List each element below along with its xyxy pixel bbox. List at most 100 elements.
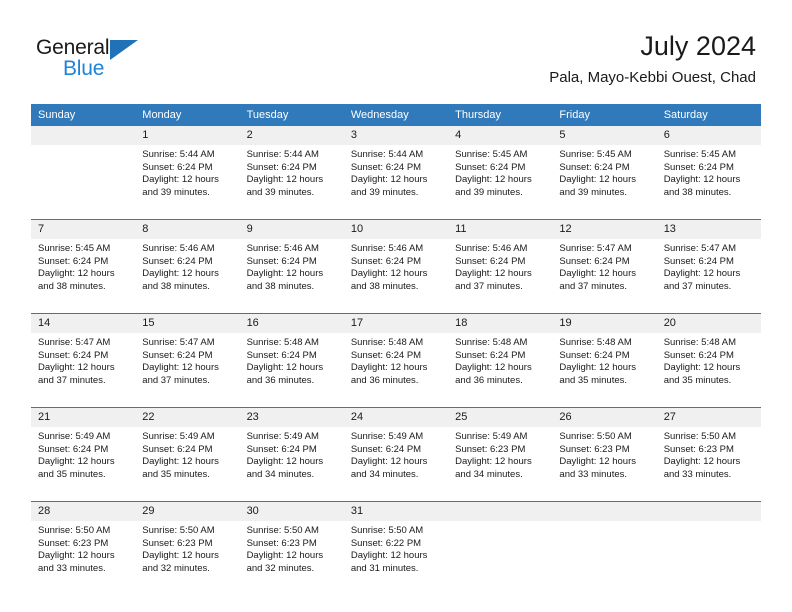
sunset-text: Sunset: 6:24 PM bbox=[559, 255, 630, 267]
day-details: Sunrise: 5:46 AM Sunset: 6:24 PM Daylight:… bbox=[240, 239, 344, 293]
calendar-day-cell[interactable]: 3 Sunrise: 5:44 AM Sunset: 6:24 PM Daylight… bbox=[343, 126, 449, 210]
day-cell-inner bbox=[656, 502, 761, 586]
sunrise-text: Sunrise: 5:48 AM bbox=[246, 337, 319, 348]
sunset-text: Sunset: 6:24 PM bbox=[559, 161, 630, 173]
day-cell-inner: 13 Sunrise: 5:47 AM Sunset: 6:24 PM Dayligh… bbox=[656, 220, 761, 304]
sunrise-text: Sunrise: 5:44 AM bbox=[350, 149, 424, 160]
calendar-day-cell[interactable]: 28 Sunrise: 5:50 AM Sunset: 6:23 PM Dayligh… bbox=[31, 502, 136, 586]
calendar-day-cell[interactable]: 2 Sunrise: 5:44 AM Sunset: 6:24 PM Daylight… bbox=[239, 126, 344, 210]
day-cell-inner: 25 Sunrise: 5:49 AM Sunset: 6:23 PM Dayligh… bbox=[448, 408, 553, 492]
day-details: Sunrise: 5:48 AM Sunset: 6:24 PM Daylight:… bbox=[240, 333, 344, 387]
day-details: Sunrise: 5:44 AM Sunset: 6:24 PM Daylight:… bbox=[240, 145, 344, 199]
sunset-text: Sunset: 6:23 PM bbox=[142, 537, 213, 549]
sunset-text: Sunset: 6:23 PM bbox=[38, 537, 109, 549]
day-details: Sunrise: 5:48 AM Sunset: 6:24 PM Daylight:… bbox=[344, 333, 448, 387]
day-number: 26 bbox=[552, 408, 657, 427]
sunrise-text: Sunrise: 5:45 AM bbox=[38, 243, 111, 254]
calendar-day-cell[interactable]: 24 Sunrise: 5:49 AM Sunset: 6:24 PM Dayligh… bbox=[343, 408, 449, 492]
sunrise-text: Sunrise: 5:50 AM bbox=[350, 525, 424, 536]
calendar-day-cell[interactable]: 6 Sunrise: 5:45 AM Sunset: 6:24 PM Daylight… bbox=[656, 126, 761, 210]
day-cell-inner: 23 Sunrise: 5:49 AM Sunset: 6:24 PM Dayligh… bbox=[239, 408, 344, 492]
calendar-day-cell[interactable]: 12 Sunrise: 5:47 AM Sunset: 6:24 PM Dayligh… bbox=[552, 220, 657, 304]
day-cell-inner: 10 Sunrise: 5:46 AM Sunset: 6:24 PM Dayligh… bbox=[343, 220, 449, 304]
calendar-week-row: 1 Sunrise: 5:44 AM Sunset: 6:24 PM Daylight… bbox=[31, 126, 761, 210]
calendar-day-cell[interactable]: 20 Sunrise: 5:48 AM Sunset: 6:24 PM Dayligh… bbox=[656, 314, 761, 398]
day-details: Sunrise: 5:50 AM Sunset: 6:22 PM Daylight:… bbox=[344, 521, 448, 575]
calendar-week-row: 7 Sunrise: 5:45 AM Sunset: 6:24 PM Daylight… bbox=[31, 220, 761, 304]
day-cell-inner: 30 Sunrise: 5:50 AM Sunset: 6:23 PM Dayligh… bbox=[239, 502, 344, 586]
day-cell-inner: 18 Sunrise: 5:48 AM Sunset: 6:24 PM Dayligh… bbox=[448, 314, 553, 398]
sunset-text: Sunset: 6:24 PM bbox=[38, 443, 109, 455]
sunset-text: Sunset: 6:24 PM bbox=[142, 443, 213, 455]
day-number bbox=[656, 502, 761, 521]
sunset-text: Sunset: 6:24 PM bbox=[246, 443, 317, 455]
calendar-day-cell[interactable]: 15 Sunrise: 5:47 AM Sunset: 6:24 PM Dayligh… bbox=[135, 314, 240, 398]
daylight-text: Daylight: 12 hours and 38 minutes. bbox=[663, 174, 741, 198]
calendar-day-cell[interactable]: 1 Sunrise: 5:44 AM Sunset: 6:24 PM Daylight… bbox=[135, 126, 240, 210]
calendar-day-cell[interactable]: 22 Sunrise: 5:49 AM Sunset: 6:24 PM Dayligh… bbox=[135, 408, 240, 492]
calendar-day-cell[interactable]: 9 Sunrise: 5:46 AM Sunset: 6:24 PM Daylight… bbox=[239, 220, 344, 304]
calendar-day-cell[interactable]: 18 Sunrise: 5:48 AM Sunset: 6:24 PM Dayligh… bbox=[448, 314, 553, 398]
day-number: 24 bbox=[343, 408, 449, 427]
week-gap-cell bbox=[31, 210, 761, 219]
day-details: Sunrise: 5:50 AM Sunset: 6:23 PM Daylight:… bbox=[135, 521, 239, 575]
calendar-day-cell-empty bbox=[656, 502, 761, 586]
sunset-text: Sunset: 6:24 PM bbox=[663, 349, 734, 361]
day-details: Sunrise: 5:44 AM Sunset: 6:24 PM Daylight:… bbox=[135, 145, 239, 199]
day-details: Sunrise: 5:49 AM Sunset: 6:23 PM Daylight:… bbox=[448, 427, 552, 481]
calendar-day-cell[interactable]: 23 Sunrise: 5:49 AM Sunset: 6:24 PM Dayligh… bbox=[239, 408, 344, 492]
general-blue-logo: General Blue bbox=[36, 36, 166, 82]
calendar-week-row: 21 Sunrise: 5:49 AM Sunset: 6:24 PM Dayligh… bbox=[31, 408, 761, 492]
calendar-day-cell[interactable]: 17 Sunrise: 5:48 AM Sunset: 6:24 PM Dayligh… bbox=[343, 314, 449, 398]
calendar-day-cell[interactable]: 25 Sunrise: 5:49 AM Sunset: 6:23 PM Dayligh… bbox=[448, 408, 553, 492]
day-cell-inner: 29 Sunrise: 5:50 AM Sunset: 6:23 PM Dayligh… bbox=[135, 502, 240, 586]
sunset-text: Sunset: 6:24 PM bbox=[246, 255, 317, 267]
day-number: 25 bbox=[448, 408, 553, 427]
calendar-day-cell[interactable]: 14 Sunrise: 5:47 AM Sunset: 6:24 PM Dayligh… bbox=[31, 314, 136, 398]
calendar-day-cell[interactable]: 19 Sunrise: 5:48 AM Sunset: 6:24 PM Dayligh… bbox=[552, 314, 657, 398]
calendar-day-cell[interactable]: 8 Sunrise: 5:46 AM Sunset: 6:24 PM Daylight… bbox=[135, 220, 240, 304]
sunset-text: Sunset: 6:24 PM bbox=[38, 255, 109, 267]
sunset-text: Sunset: 6:24 PM bbox=[663, 255, 734, 267]
day-number: 4 bbox=[448, 126, 553, 145]
calendar-day-cell[interactable]: 7 Sunrise: 5:45 AM Sunset: 6:24 PM Daylight… bbox=[31, 220, 136, 304]
day-details: Sunrise: 5:45 AM Sunset: 6:24 PM Daylight:… bbox=[31, 239, 135, 293]
day-cell-inner: 31 Sunrise: 5:50 AM Sunset: 6:22 PM Dayligh… bbox=[343, 502, 449, 586]
daylight-text: Daylight: 12 hours and 35 minutes. bbox=[559, 362, 636, 386]
calendar-day-cell[interactable]: 29 Sunrise: 5:50 AM Sunset: 6:23 PM Dayligh… bbox=[135, 502, 240, 586]
calendar-day-cell[interactable]: 27 Sunrise: 5:50 AM Sunset: 6:23 PM Dayligh… bbox=[656, 408, 761, 492]
calendar-day-cell-empty bbox=[448, 502, 553, 586]
week-gap bbox=[31, 210, 761, 219]
calendar-day-cell[interactable]: 13 Sunrise: 5:47 AM Sunset: 6:24 PM Dayligh… bbox=[656, 220, 761, 304]
sunset-text: Sunset: 6:24 PM bbox=[455, 255, 526, 267]
day-details: Sunrise: 5:49 AM Sunset: 6:24 PM Daylight:… bbox=[135, 427, 239, 481]
daylight-text: Daylight: 12 hours and 37 minutes. bbox=[142, 362, 219, 386]
daylight-text: Daylight: 12 hours and 34 minutes. bbox=[350, 456, 428, 480]
page-subtitle: Pala, Mayo-Kebbi Ouest, Chad bbox=[549, 69, 756, 86]
calendar-day-cell-empty bbox=[552, 502, 657, 586]
daylight-text: Daylight: 12 hours and 32 minutes. bbox=[246, 550, 324, 574]
calendar-day-cell[interactable]: 4 Sunrise: 5:45 AM Sunset: 6:24 PM Daylight… bbox=[448, 126, 553, 210]
calendar-day-cell[interactable]: 16 Sunrise: 5:48 AM Sunset: 6:24 PM Dayligh… bbox=[239, 314, 344, 398]
calendar-day-cell[interactable]: 26 Sunrise: 5:50 AM Sunset: 6:23 PM Dayligh… bbox=[552, 408, 657, 492]
week-gap-cell bbox=[31, 304, 761, 313]
sunrise-text: Sunrise: 5:47 AM bbox=[559, 243, 632, 254]
calendar-day-cell[interactable]: 30 Sunrise: 5:50 AM Sunset: 6:23 PM Dayligh… bbox=[239, 502, 344, 586]
sunset-text: Sunset: 6:24 PM bbox=[455, 349, 526, 361]
calendar-day-cell[interactable]: 31 Sunrise: 5:50 AM Sunset: 6:22 PM Dayligh… bbox=[343, 502, 449, 586]
calendar-day-cell[interactable]: 10 Sunrise: 5:46 AM Sunset: 6:24 PM Dayligh… bbox=[343, 220, 449, 304]
sunset-text: Sunset: 6:24 PM bbox=[246, 349, 317, 361]
day-number: 28 bbox=[31, 502, 136, 521]
calendar-day-cell[interactable]: 21 Sunrise: 5:49 AM Sunset: 6:24 PM Dayligh… bbox=[31, 408, 136, 492]
calendar-day-cell[interactable]: 11 Sunrise: 5:46 AM Sunset: 6:24 PM Dayligh… bbox=[448, 220, 553, 304]
sunrise-text: Sunrise: 5:46 AM bbox=[142, 243, 215, 254]
day-details: Sunrise: 5:50 AM Sunset: 6:23 PM Daylight:… bbox=[552, 427, 656, 481]
logo-text-blue: Blue bbox=[63, 57, 105, 80]
weekday-header-thursday: Thursday bbox=[448, 104, 553, 126]
calendar-day-cell[interactable]: 5 Sunrise: 5:45 AM Sunset: 6:24 PM Daylight… bbox=[552, 126, 657, 210]
day-number: 12 bbox=[552, 220, 657, 239]
daylight-text: Daylight: 12 hours and 35 minutes. bbox=[142, 456, 219, 480]
day-number: 15 bbox=[135, 314, 240, 333]
day-cell-inner: 9 Sunrise: 5:46 AM Sunset: 6:24 PM Daylight… bbox=[239, 220, 344, 304]
sunrise-text: Sunrise: 5:44 AM bbox=[142, 149, 215, 160]
